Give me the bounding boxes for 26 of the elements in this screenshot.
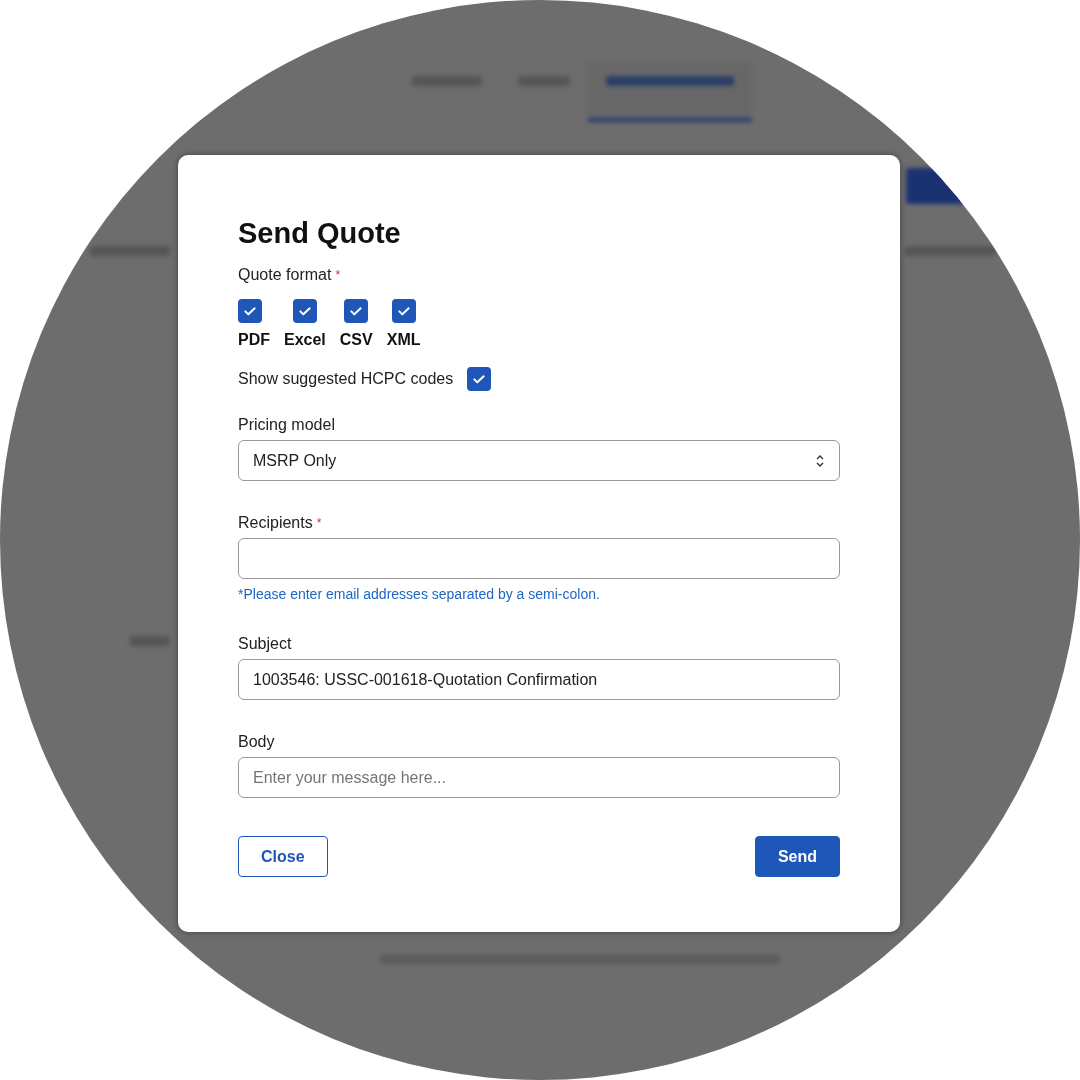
field-label: Body bbox=[238, 732, 276, 752]
required-mark: * bbox=[335, 268, 341, 282]
field-label: Pricing model bbox=[238, 415, 336, 435]
dialog-title: Send Quote bbox=[238, 216, 402, 251]
field-label: Subject bbox=[238, 634, 293, 654]
required-mark: * bbox=[316, 516, 322, 530]
recipients-field[interactable] bbox=[238, 538, 840, 579]
checkbox-label: XML bbox=[386, 331, 421, 349]
checkbox[interactable] bbox=[238, 299, 262, 323]
pricing-model-select[interactable]: MSRP Only bbox=[238, 440, 840, 481]
checkbox-label: CSV bbox=[339, 331, 373, 349]
checkbox-label: Excel bbox=[284, 331, 326, 349]
body-field[interactable]: Enter your message here... bbox=[238, 757, 840, 798]
checkbox-label: Show suggested HCPC codes bbox=[238, 370, 454, 388]
checkbox[interactable] bbox=[391, 299, 416, 323]
checkbox-label: PDF bbox=[238, 331, 270, 349]
checkbox[interactable] bbox=[344, 299, 369, 323]
subject-field[interactable]: 1003546: USSC-001618-Quotation Confirmation bbox=[238, 659, 840, 700]
checkbox[interactable] bbox=[467, 367, 492, 391]
send-button[interactable]: Send bbox=[754, 836, 840, 877]
close-button[interactable]: Close bbox=[238, 836, 328, 877]
field-label: Quote format bbox=[238, 266, 332, 283]
chevron-icon bbox=[815, 453, 825, 468]
hint-text: *Please enter email addresses separated by a semi-colon. bbox=[238, 586, 601, 602]
checkbox[interactable] bbox=[292, 299, 317, 323]
field-label: Recipients bbox=[238, 514, 313, 531]
